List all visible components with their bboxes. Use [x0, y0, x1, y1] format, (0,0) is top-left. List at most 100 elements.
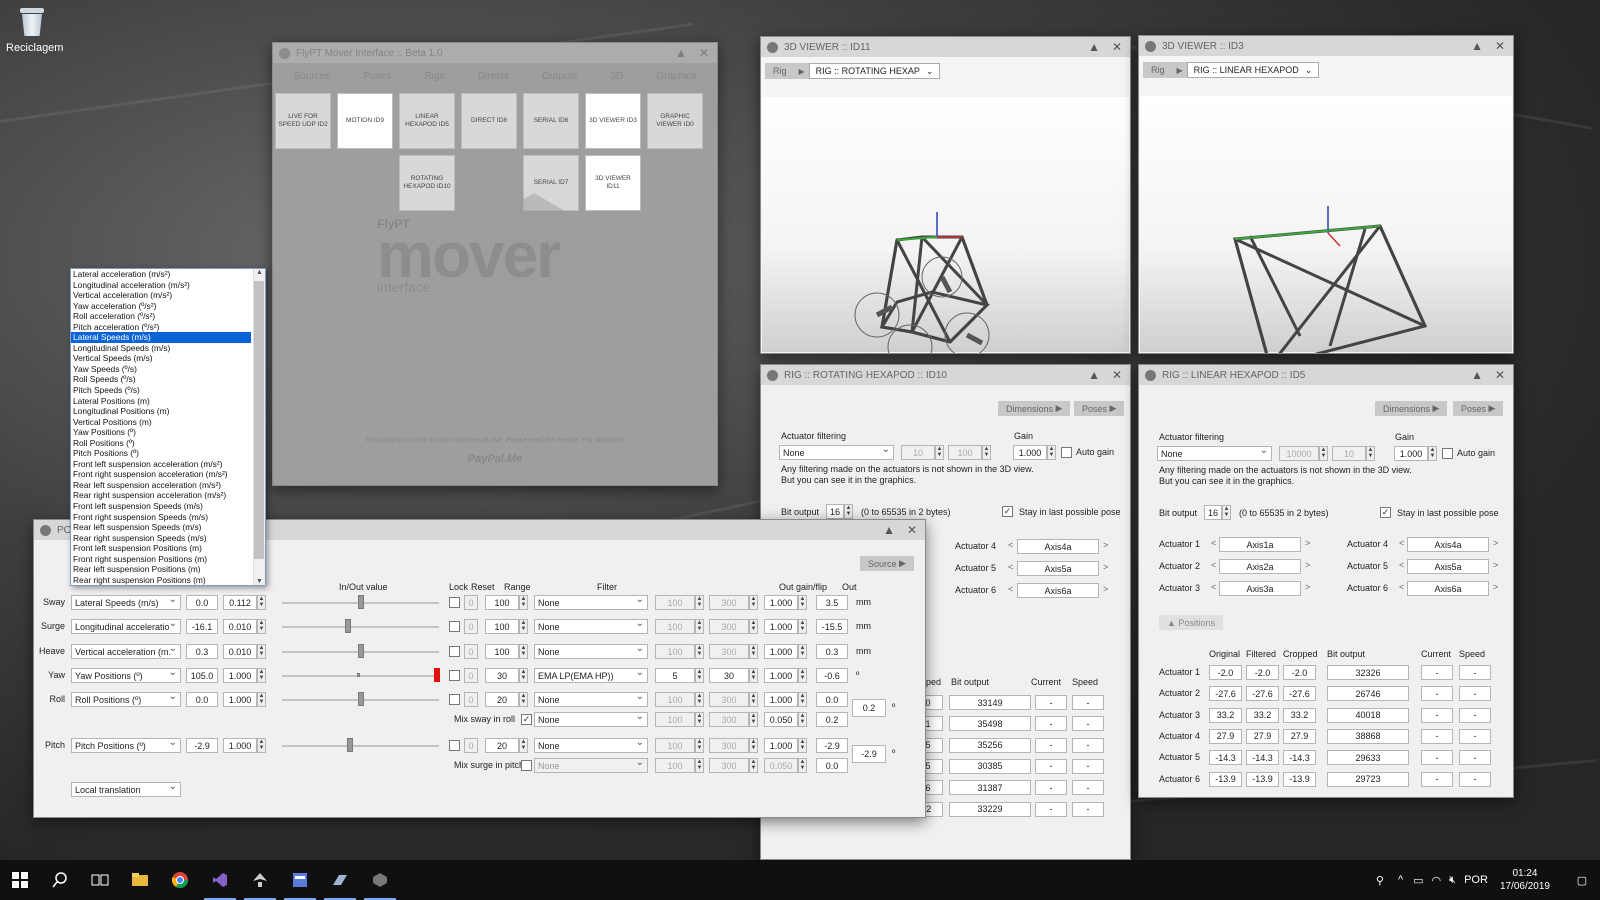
tab-3d[interactable]: 3D: [610, 71, 623, 82]
filter-param-2[interactable]: 300: [709, 692, 749, 707]
range-input[interactable]: 20: [485, 738, 519, 753]
dimensions-tab[interactable]: Dimensions ▶: [998, 401, 1071, 416]
collapse-icon[interactable]: ▲: [1471, 368, 1483, 382]
spinner[interactable]: ▲ ▼: [695, 595, 704, 610]
reset-value[interactable]: 0: [464, 619, 478, 634]
spinner[interactable]: ▲ ▼: [749, 595, 758, 610]
spinner[interactable]: ▲ ▼: [935, 445, 944, 460]
filter-param-2[interactable]: 300: [709, 738, 749, 753]
collapse-icon[interactable]: ▲: [1088, 40, 1100, 54]
tab-sources[interactable]: Sources: [294, 71, 331, 82]
chevron-right-icon[interactable]: >: [1103, 584, 1108, 594]
rig-select[interactable]: RIG :: LINEAR HEXAPOD ⌄: [1186, 62, 1320, 78]
task-view-icon[interactable]: [80, 860, 120, 900]
actuator-axis-input[interactable]: Axis4a: [1407, 537, 1489, 552]
out-gain-input[interactable]: 1.000: [764, 619, 798, 634]
flypt-mover-icon[interactable]: [360, 860, 400, 900]
reset-value[interactable]: 0: [464, 644, 478, 659]
mix-checkbox[interactable]: ✓: [521, 714, 532, 725]
range-input[interactable]: 100: [485, 619, 519, 634]
actuator-axis-input[interactable]: Axis6a: [1017, 583, 1099, 598]
mix-gain-input[interactable]: 0.050: [764, 758, 798, 773]
filter-param-1[interactable]: 100: [655, 738, 695, 753]
spinner[interactable]: ▲ ▼: [695, 692, 704, 707]
filter-select[interactable]: None: [534, 738, 648, 753]
spinner[interactable]: ▲ ▼: [1047, 445, 1056, 460]
reset-value[interactable]: 0: [464, 738, 478, 753]
spinner[interactable]: ▲ ▼: [1319, 446, 1328, 461]
spinner[interactable]: ▲ ▼: [982, 445, 991, 460]
spinner[interactable]: ▲ ▼: [695, 758, 704, 773]
spinner[interactable]: ▲ ▼: [798, 738, 807, 753]
close-icon[interactable]: ✕: [1495, 368, 1505, 382]
source-select[interactable]: Lateral Speeds (m/s): [71, 595, 181, 610]
filter-select[interactable]: None: [534, 692, 648, 707]
dropdown-scrollbar[interactable]: ▲ ▼: [253, 269, 265, 585]
spinner[interactable]: ▲ ▼: [1222, 505, 1231, 520]
spinner[interactable]: ▲ ▼: [749, 692, 758, 707]
reset-value[interactable]: 0: [464, 668, 478, 683]
collapse-icon[interactable]: ▲: [675, 46, 687, 60]
close-icon[interactable]: ✕: [1112, 368, 1122, 382]
actuator-axis-input[interactable]: Axis2a: [1219, 559, 1301, 574]
collapse-icon[interactable]: ▲: [1471, 39, 1483, 53]
dropdown-option[interactable]: Vertical acceleration (m/s²): [71, 290, 251, 301]
spinner[interactable]: ▲ ▼: [749, 712, 758, 727]
chevron-right-icon[interactable]: >: [1493, 582, 1498, 592]
spinner[interactable]: ▲ ▼: [798, 595, 807, 610]
filter-param-2[interactable]: 300: [709, 644, 749, 659]
filter-select[interactable]: EMA LP(EMA HP)): [534, 668, 648, 683]
spinner[interactable]: ▲ ▼: [695, 644, 704, 659]
slider-thumb[interactable]: [357, 692, 364, 706]
filter-select[interactable]: None: [534, 595, 648, 610]
spinner[interactable]: ▲ ▼: [257, 595, 266, 610]
file-explorer-icon[interactable]: [120, 860, 160, 900]
dropdown-option[interactable]: Longitudinal acceleration (m/s²): [71, 280, 251, 291]
play-icon[interactable]: ▶: [794, 63, 809, 79]
reset-value[interactable]: 0: [464, 692, 478, 707]
dropdown-option[interactable]: Pitch acceleration (º/s²): [71, 322, 251, 333]
source-dropdown-list[interactable]: Lateral acceleration (m/s²) Longitudinal …: [70, 268, 266, 586]
dropdown-option[interactable]: Vertical Positions (m): [71, 417, 251, 428]
spinner[interactable]: ▲ ▼: [257, 644, 266, 659]
close-icon[interactable]: ✕: [1112, 40, 1122, 54]
chevron-left-icon[interactable]: <: [1399, 560, 1404, 570]
spinner[interactable]: ▲ ▼: [1366, 446, 1375, 461]
chevron-left-icon[interactable]: <: [1211, 582, 1216, 592]
module-button[interactable]: DIRECT ID8: [461, 93, 517, 149]
stay-last-pose-checkbox[interactable]: ✓: [1380, 507, 1391, 518]
range-input[interactable]: 100: [485, 644, 519, 659]
rig-select[interactable]: RIG :: ROTATING HEXAP ⌄: [808, 63, 941, 79]
dropdown-option[interactable]: Lateral Positions (m): [71, 396, 251, 407]
module-button[interactable]: GRAPHIC VIEWER ID0: [647, 93, 703, 149]
dropdown-option[interactable]: Rear left suspension acceleration (m/s²): [71, 480, 251, 491]
slider-thumb[interactable]: [357, 595, 364, 609]
multiplier-input[interactable]: 0.112: [223, 595, 257, 610]
dropdown-option[interactable]: Rear right suspension acceleration (m/s²…: [71, 490, 251, 501]
lock-checkbox[interactable]: [449, 646, 460, 657]
spinner[interactable]: ▲ ▼: [798, 644, 807, 659]
actuator-axis-input[interactable]: Axis4a: [1017, 539, 1099, 554]
auto-gain-checkbox[interactable]: [1442, 448, 1453, 459]
chevron-left-icon[interactable]: <: [1399, 582, 1404, 592]
actuator-axis-input[interactable]: Axis5a: [1407, 559, 1489, 574]
reset-value[interactable]: 0: [464, 595, 478, 610]
tab-rigs[interactable]: Rigs: [425, 71, 445, 82]
spinner[interactable]: ▲ ▼: [257, 619, 266, 634]
windows-start-icon[interactable]: [0, 860, 40, 900]
spinner[interactable]: ▲ ▼: [798, 758, 807, 773]
chevron-left-icon[interactable]: <: [1008, 584, 1013, 594]
dropdown-option[interactable]: Rear right suspension Speeds (m/s): [71, 533, 251, 544]
filter-select[interactable]: None: [534, 644, 648, 659]
dropdown-option[interactable]: Front left suspension Speeds (m/s): [71, 501, 251, 512]
lock-checkbox[interactable]: [449, 670, 460, 681]
gain-input[interactable]: 1.000: [1394, 446, 1428, 461]
slider-thumb[interactable]: [357, 673, 360, 677]
tray-expand-icon[interactable]: ^: [1398, 874, 1403, 886]
spinner[interactable]: ▲ ▼: [749, 619, 758, 634]
dropdown-option[interactable]: Lateral acceleration (m/s²): [71, 269, 251, 280]
auto-gain-checkbox[interactable]: [1061, 447, 1072, 458]
multiplier-input[interactable]: 1.000: [223, 738, 257, 753]
module-button[interactable]: ROTATING HEXAPOD ID10: [399, 155, 455, 211]
mix-param-1[interactable]: 100: [655, 712, 695, 727]
